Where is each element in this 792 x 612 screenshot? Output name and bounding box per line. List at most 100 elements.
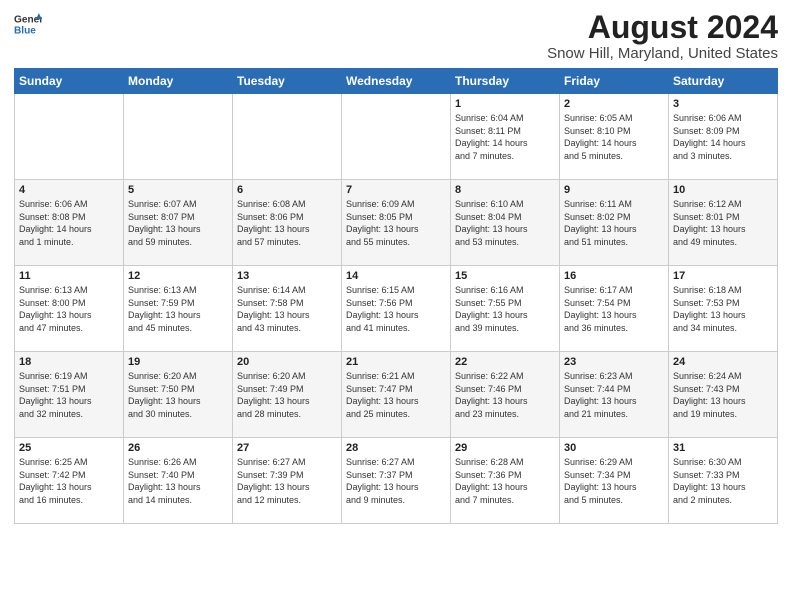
day-info: Sunrise: 6:21 AM Sunset: 7:47 PM Dayligh… bbox=[346, 370, 446, 420]
calendar-table: Sunday Monday Tuesday Wednesday Thursday… bbox=[14, 68, 778, 524]
day-number: 10 bbox=[673, 184, 773, 196]
calendar-cell: 16Sunrise: 6:17 AM Sunset: 7:54 PM Dayli… bbox=[560, 266, 669, 352]
calendar-cell: 23 Sunrise: 6:23 AM Sunset: 7:44 PM Dayli… bbox=[560, 352, 669, 438]
day-number: 22 bbox=[455, 356, 555, 368]
calendar-cell: 2 Sunrise: 6:05 AM Sunset: 8:10 PM Daylig… bbox=[560, 94, 669, 180]
day-info: Sunrise: 6:17 AM Sunset: 7:54 PM Dayligh… bbox=[564, 284, 664, 334]
day-info: Sunrise: 6:25 AM Sunset: 7:42 PM Dayligh… bbox=[19, 456, 119, 506]
page: General Blue August 2024 Snow Hill, Mary… bbox=[0, 0, 792, 612]
week-row-5: 25 Sunrise: 6:25 AM Sunset: 7:42 PM Dayli… bbox=[15, 438, 778, 524]
day-info: Sunrise: 6:30 AM Sunset: 7:33 PM Dayligh… bbox=[673, 456, 773, 506]
day-info: Sunrise: 6:14 AM Sunset: 7:58 PM Dayligh… bbox=[237, 284, 337, 334]
day-number: 8 bbox=[455, 184, 555, 196]
calendar-cell: 10Sunrise: 6:12 AM Sunset: 8:01 PM Dayli… bbox=[669, 180, 778, 266]
col-friday: Friday bbox=[560, 69, 669, 94]
day-number: 23 bbox=[564, 356, 664, 368]
col-monday: Monday bbox=[124, 69, 233, 94]
calendar-cell: 3 Sunrise: 6:06 AM Sunset: 8:09 PM Daylig… bbox=[669, 94, 778, 180]
day-info: Sunrise: 6:20 AM Sunset: 7:50 PM Dayligh… bbox=[128, 370, 228, 420]
calendar-cell bbox=[15, 94, 124, 180]
day-number: 3 bbox=[673, 98, 773, 110]
calendar-cell bbox=[233, 94, 342, 180]
day-info: Sunrise: 6:29 AM Sunset: 7:34 PM Dayligh… bbox=[564, 456, 664, 506]
calendar-cell: 13 Sunrise: 6:14 AM Sunset: 7:58 PM Dayli… bbox=[233, 266, 342, 352]
week-row-1: 1Sunrise: 6:04 AM Sunset: 8:11 PM Daylig… bbox=[15, 94, 778, 180]
day-info: Sunrise: 6:07 AM Sunset: 8:07 PM Dayligh… bbox=[128, 198, 228, 248]
day-number: 26 bbox=[128, 442, 228, 454]
calendar-cell: 9 Sunrise: 6:11 AM Sunset: 8:02 PM Daylig… bbox=[560, 180, 669, 266]
day-number: 17 bbox=[673, 270, 773, 282]
calendar-cell: 5 Sunrise: 6:07 AM Sunset: 8:07 PM Daylig… bbox=[124, 180, 233, 266]
day-number: 11 bbox=[19, 270, 119, 282]
day-info: Sunrise: 6:18 AM Sunset: 7:53 PM Dayligh… bbox=[673, 284, 773, 334]
day-info: Sunrise: 6:11 AM Sunset: 8:02 PM Dayligh… bbox=[564, 198, 664, 248]
day-number: 15 bbox=[455, 270, 555, 282]
day-number: 20 bbox=[237, 356, 337, 368]
calendar-cell: 4 Sunrise: 6:06 AM Sunset: 8:08 PM Daylig… bbox=[15, 180, 124, 266]
day-number: 5 bbox=[128, 184, 228, 196]
day-number: 7 bbox=[346, 184, 446, 196]
logo-icon: General Blue bbox=[14, 10, 42, 38]
calendar-cell: 20 Sunrise: 6:20 AM Sunset: 7:49 PM Dayli… bbox=[233, 352, 342, 438]
day-info: Sunrise: 6:10 AM Sunset: 8:04 PM Dayligh… bbox=[455, 198, 555, 248]
main-title: August 2024 bbox=[547, 10, 778, 45]
calendar-cell: 7 Sunrise: 6:09 AM Sunset: 8:05 PM Daylig… bbox=[342, 180, 451, 266]
calendar-cell: 1Sunrise: 6:04 AM Sunset: 8:11 PM Daylig… bbox=[451, 94, 560, 180]
day-info: Sunrise: 6:08 AM Sunset: 8:06 PM Dayligh… bbox=[237, 198, 337, 248]
col-thursday: Thursday bbox=[451, 69, 560, 94]
calendar-cell: 29Sunrise: 6:28 AM Sunset: 7:36 PM Dayli… bbox=[451, 438, 560, 524]
day-number: 1 bbox=[455, 98, 555, 110]
day-number: 30 bbox=[564, 442, 664, 454]
day-info: Sunrise: 6:13 AM Sunset: 7:59 PM Dayligh… bbox=[128, 284, 228, 334]
calendar-cell bbox=[124, 94, 233, 180]
day-info: Sunrise: 6:05 AM Sunset: 8:10 PM Dayligh… bbox=[564, 112, 664, 162]
subtitle: Snow Hill, Maryland, United States bbox=[547, 45, 778, 62]
day-number: 19 bbox=[128, 356, 228, 368]
calendar-cell: 15 Sunrise: 6:16 AM Sunset: 7:55 PM Dayli… bbox=[451, 266, 560, 352]
day-number: 27 bbox=[237, 442, 337, 454]
calendar-cell: 26 Sunrise: 6:26 AM Sunset: 7:40 PM Dayli… bbox=[124, 438, 233, 524]
calendar-cell: 22 Sunrise: 6:22 AM Sunset: 7:46 PM Dayli… bbox=[451, 352, 560, 438]
day-info: Sunrise: 6:20 AM Sunset: 7:49 PM Dayligh… bbox=[237, 370, 337, 420]
day-info: Sunrise: 6:23 AM Sunset: 7:44 PM Dayligh… bbox=[564, 370, 664, 420]
week-row-3: 11Sunrise: 6:13 AM Sunset: 8:00 PM Dayli… bbox=[15, 266, 778, 352]
calendar-cell: 24 Sunrise: 6:24 AM Sunset: 7:43 PM Dayli… bbox=[669, 352, 778, 438]
calendar-cell: 30 Sunrise: 6:29 AM Sunset: 7:34 PM Dayli… bbox=[560, 438, 669, 524]
day-number: 12 bbox=[128, 270, 228, 282]
day-number: 29 bbox=[455, 442, 555, 454]
calendar-cell: 17 Sunrise: 6:18 AM Sunset: 7:53 PM Dayli… bbox=[669, 266, 778, 352]
col-tuesday: Tuesday bbox=[233, 69, 342, 94]
day-info: Sunrise: 6:06 AM Sunset: 8:09 PM Dayligh… bbox=[673, 112, 773, 162]
day-number: 9 bbox=[564, 184, 664, 196]
title-area: August 2024 Snow Hill, Maryland, United … bbox=[547, 10, 778, 62]
logo: General Blue bbox=[14, 10, 42, 38]
day-number: 4 bbox=[19, 184, 119, 196]
day-info: Sunrise: 6:15 AM Sunset: 7:56 PM Dayligh… bbox=[346, 284, 446, 334]
svg-text:Blue: Blue bbox=[14, 25, 36, 36]
day-number: 24 bbox=[673, 356, 773, 368]
day-number: 2 bbox=[564, 98, 664, 110]
day-info: Sunrise: 6:22 AM Sunset: 7:46 PM Dayligh… bbox=[455, 370, 555, 420]
calendar-cell: 12 Sunrise: 6:13 AM Sunset: 7:59 PM Dayli… bbox=[124, 266, 233, 352]
day-number: 14 bbox=[346, 270, 446, 282]
week-row-4: 18Sunrise: 6:19 AM Sunset: 7:51 PM Dayli… bbox=[15, 352, 778, 438]
calendar-cell: 27 Sunrise: 6:27 AM Sunset: 7:39 PM Dayli… bbox=[233, 438, 342, 524]
day-info: Sunrise: 6:09 AM Sunset: 8:05 PM Dayligh… bbox=[346, 198, 446, 248]
day-info: Sunrise: 6:24 AM Sunset: 7:43 PM Dayligh… bbox=[673, 370, 773, 420]
day-number: 13 bbox=[237, 270, 337, 282]
calendar-cell: 25 Sunrise: 6:25 AM Sunset: 7:42 PM Dayli… bbox=[15, 438, 124, 524]
day-info: Sunrise: 6:27 AM Sunset: 7:39 PM Dayligh… bbox=[237, 456, 337, 506]
day-info: Sunrise: 6:06 AM Sunset: 8:08 PM Dayligh… bbox=[19, 198, 119, 248]
col-saturday: Saturday bbox=[669, 69, 778, 94]
day-number: 31 bbox=[673, 442, 773, 454]
calendar-cell: 8 Sunrise: 6:10 AM Sunset: 8:04 PM Daylig… bbox=[451, 180, 560, 266]
week-row-2: 4 Sunrise: 6:06 AM Sunset: 8:08 PM Daylig… bbox=[15, 180, 778, 266]
calendar-cell: 11Sunrise: 6:13 AM Sunset: 8:00 PM Dayli… bbox=[15, 266, 124, 352]
day-number: 25 bbox=[19, 442, 119, 454]
day-info: Sunrise: 6:16 AM Sunset: 7:55 PM Dayligh… bbox=[455, 284, 555, 334]
day-info: Sunrise: 6:27 AM Sunset: 7:37 PM Dayligh… bbox=[346, 456, 446, 506]
day-info: Sunrise: 6:19 AM Sunset: 7:51 PM Dayligh… bbox=[19, 370, 119, 420]
day-info: Sunrise: 6:26 AM Sunset: 7:40 PM Dayligh… bbox=[128, 456, 228, 506]
calendar-cell: 21Sunrise: 6:21 AM Sunset: 7:47 PM Dayli… bbox=[342, 352, 451, 438]
col-sunday: Sunday bbox=[15, 69, 124, 94]
